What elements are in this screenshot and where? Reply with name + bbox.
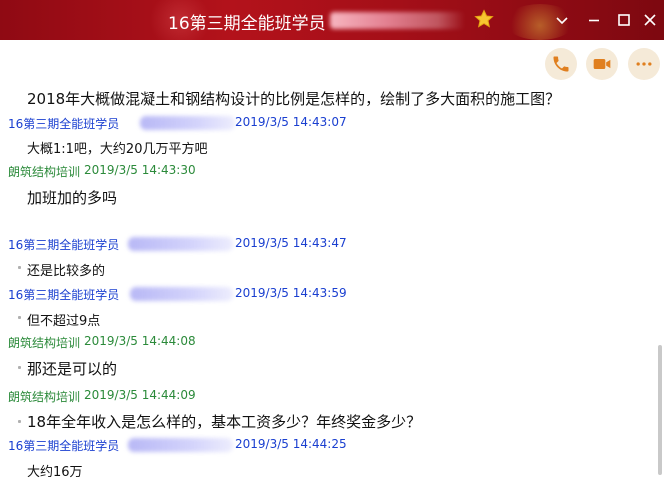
message-sender: 16第三期全能班学员 xyxy=(8,117,120,131)
more-icon xyxy=(636,62,652,66)
message-text: 大约16万 xyxy=(27,465,83,480)
message-time: 2019/3/5 14:43:59 xyxy=(235,286,347,300)
video-call-button[interactable] xyxy=(586,48,618,80)
title-redaction xyxy=(330,12,465,29)
more-options-button[interactable] xyxy=(628,48,660,80)
message-text: 那还是可以的 xyxy=(27,360,118,378)
message-time: 2019/3/5 14:43:07 xyxy=(235,115,347,129)
message-time: 2019/3/5 14:44:25 xyxy=(235,437,347,451)
sender-redaction xyxy=(128,237,233,251)
message-text: 但不超过9点 xyxy=(27,314,101,329)
title-bar: 16第三期全能班学员 xyxy=(0,0,664,40)
message-sender: 16第三期全能班学员 xyxy=(8,439,120,453)
message-sender: 16第三期全能班学员 xyxy=(8,288,120,302)
message-sender: 朗筑结构培训 xyxy=(8,336,81,350)
message-text: 大概1:1吧，大约20几万平方吧 xyxy=(27,142,208,157)
sender-redaction xyxy=(128,438,233,452)
window-title: 16第三期全能班学员 xyxy=(168,14,326,34)
message-time: 2019/3/5 14:44:09 xyxy=(84,388,196,402)
chevron-down-icon[interactable] xyxy=(552,10,572,30)
message-text: 2018年大概做混凝土和钢结构设计的比例是怎样的，绘制了多大面积的施工图？ xyxy=(27,90,561,108)
video-icon xyxy=(593,59,611,69)
close-icon[interactable] xyxy=(640,10,660,30)
message-time: 2019/3/5 14:44:08 xyxy=(84,334,196,348)
sender-redaction xyxy=(130,287,233,301)
message-text: 还是比较多的 xyxy=(27,264,106,279)
message-text: 18年全年收入是怎么样的，基本工资多少？年终奖金多少？ xyxy=(27,413,422,431)
message-sender: 朗筑结构培训 xyxy=(8,165,81,179)
minimize-icon[interactable] xyxy=(584,10,604,30)
message-time: 2019/3/5 14:43:47 xyxy=(235,236,347,250)
message-bullet xyxy=(18,316,21,319)
message-text: 加班加的多吗 xyxy=(27,189,118,207)
message-sender: 16第三期全能班学员 xyxy=(8,238,120,252)
phone-icon xyxy=(553,56,569,72)
message-bullet xyxy=(18,420,21,423)
message-bullet xyxy=(18,366,21,369)
message-sender: 朗筑结构培训 xyxy=(8,390,81,404)
message-bullet xyxy=(18,266,21,269)
scrollbar[interactable] xyxy=(658,345,662,475)
message-time: 2019/3/5 14:43:30 xyxy=(84,163,196,177)
maximize-icon[interactable] xyxy=(614,10,634,30)
sender-redaction xyxy=(140,116,235,130)
star-icon[interactable] xyxy=(474,9,494,29)
phone-call-button[interactable] xyxy=(545,48,577,80)
